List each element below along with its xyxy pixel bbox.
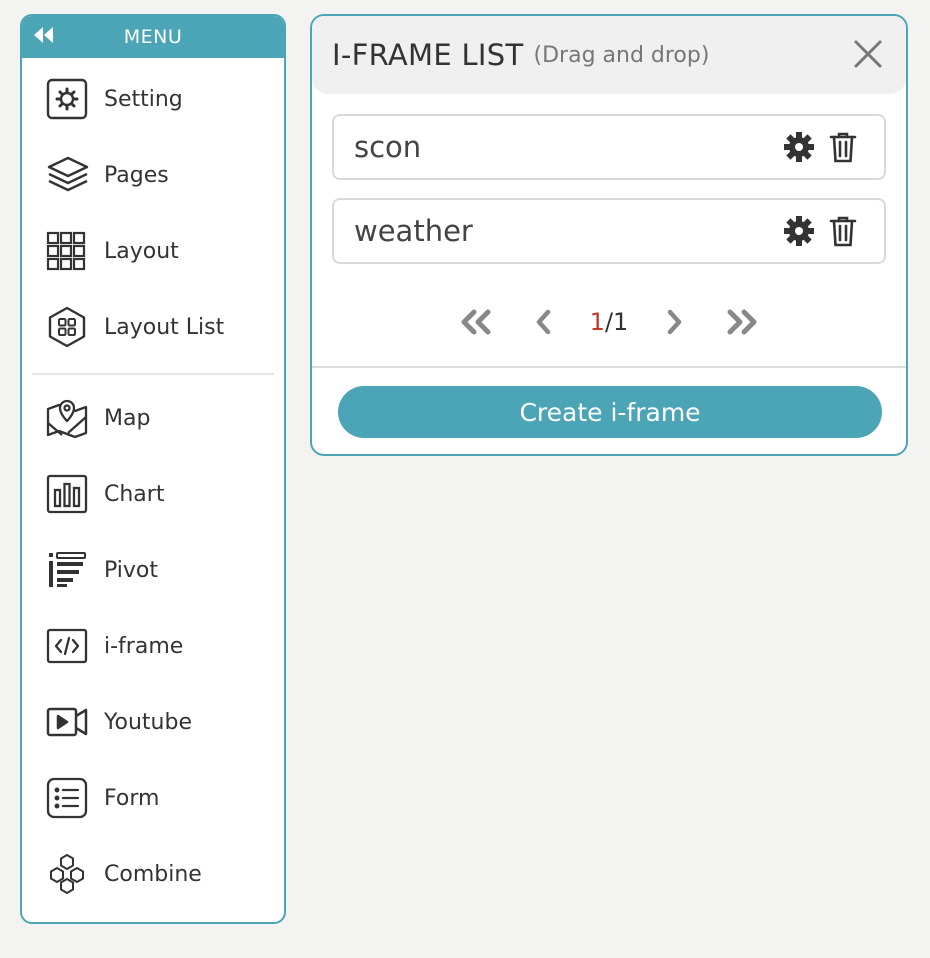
iframe-name: scon	[354, 130, 422, 164]
menu-item-layout-list[interactable]: Layout List	[22, 289, 284, 365]
double-chevron-left-icon	[34, 27, 53, 43]
delete-button[interactable]	[826, 129, 860, 165]
delete-button[interactable]	[826, 213, 860, 249]
double-chevron-left-icon	[461, 309, 491, 335]
gear-icon	[784, 132, 814, 162]
create-iframe-button[interactable]: Create i-frame	[338, 386, 882, 438]
prev-page-button[interactable]	[524, 304, 564, 340]
panel-subtitle: (Drag and drop)	[533, 42, 710, 68]
pivot-icon	[46, 548, 90, 592]
settings-button[interactable]	[782, 213, 816, 249]
menu-item-label: i-frame	[104, 633, 184, 659]
video-camera-icon	[46, 700, 90, 744]
form-list-icon	[46, 776, 90, 820]
iframe-list-panel: I-FRAME LIST (Drag and drop) scon weathe…	[310, 14, 908, 456]
bar-chart-icon	[46, 472, 90, 516]
menu-item-label: Form	[104, 785, 160, 811]
total-pages: 1	[613, 308, 629, 336]
gear-icon	[46, 77, 90, 121]
close-button[interactable]	[852, 38, 884, 70]
trash-icon	[829, 132, 857, 163]
map-icon	[46, 396, 90, 440]
trash-icon	[829, 216, 857, 247]
close-icon	[854, 40, 882, 68]
chevron-left-icon	[536, 309, 550, 335]
iframe-list-item[interactable]: weather	[332, 198, 886, 264]
menu-item-iframe[interactable]: i-frame	[22, 608, 284, 684]
double-chevron-right-icon	[727, 309, 757, 335]
menu-item-pages[interactable]: Pages	[22, 137, 284, 213]
menu-item-combine[interactable]: Combine	[22, 836, 284, 912]
layers-icon	[46, 153, 90, 197]
page-separator: /	[604, 308, 614, 336]
menu-item-label: Layout	[104, 238, 179, 264]
first-page-button[interactable]	[456, 304, 496, 340]
page-indicator: 1/1	[590, 308, 629, 336]
menu-item-label: Combine	[104, 861, 202, 887]
menu-item-label: Map	[104, 405, 151, 431]
hexagons-icon	[46, 852, 90, 896]
last-page-button[interactable]	[722, 304, 762, 340]
settings-button[interactable]	[782, 129, 816, 165]
current-page: 1	[589, 308, 605, 336]
menu-title: MENU	[123, 26, 183, 48]
hexagon-grid-icon	[46, 305, 90, 349]
collapse-menu-button[interactable]	[32, 24, 58, 46]
chevron-right-icon	[668, 309, 682, 335]
panel-divider	[312, 366, 906, 368]
menu-item-layout[interactable]: Layout	[22, 213, 284, 289]
grid-icon	[46, 229, 90, 273]
iframe-name: weather	[354, 214, 473, 248]
iframe-list-item[interactable]: scon	[332, 114, 886, 180]
sidebar-header: MENU	[22, 16, 284, 58]
menu-item-label: Layout List	[104, 314, 225, 340]
code-icon	[46, 624, 90, 668]
menu-item-setting[interactable]: Setting	[22, 61, 284, 137]
menu-item-pivot[interactable]: Pivot	[22, 532, 284, 608]
menu-item-chart[interactable]: Chart	[22, 456, 284, 532]
pagination: 1/1	[312, 302, 906, 342]
menu-item-label: Setting	[104, 86, 183, 112]
gear-icon	[784, 216, 814, 246]
menu-item-label: Pages	[104, 162, 169, 188]
next-page-button[interactable]	[654, 304, 694, 340]
panel-title: I-FRAME LIST	[332, 38, 524, 72]
menu-item-label: Chart	[104, 481, 165, 507]
menu-item-form[interactable]: Form	[22, 760, 284, 836]
menu-item-label: Pivot	[104, 557, 159, 583]
sidebar-menu: MENU Setting Pages Layout Layout List Ma…	[20, 14, 286, 924]
menu-item-map[interactable]: Map	[22, 380, 284, 456]
menu-item-youtube[interactable]: Youtube	[22, 684, 284, 760]
panel-header: I-FRAME LIST (Drag and drop)	[312, 16, 906, 94]
menu-item-label: Youtube	[104, 709, 192, 735]
